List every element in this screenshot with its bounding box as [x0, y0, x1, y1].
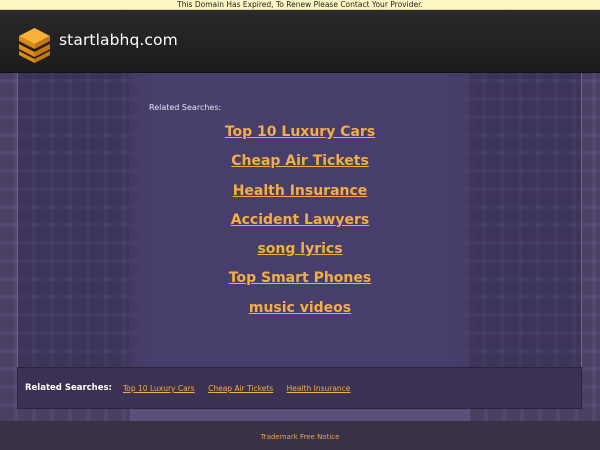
site-header: startlabhq.com [0, 10, 600, 73]
related-link-smart-phones[interactable]: Top Smart Phones [100, 266, 500, 295]
related-link-song-lyrics[interactable]: song lyrics [100, 237, 500, 266]
related-link-music-videos[interactable]: music videos [100, 296, 500, 325]
bottom-link-health-insurance[interactable]: Health Insurance [287, 384, 351, 393]
bottom-related-bar: Related Searches: Top 10 Luxury Cars Che… [17, 367, 582, 409]
bottom-related-links: Top 10 Luxury Cars Cheap Air Tickets Hea… [123, 384, 361, 393]
bottom-link-air-tickets[interactable]: Cheap Air Tickets [208, 384, 273, 393]
footer: Trademark Free Notice [0, 421, 600, 450]
related-link-air-tickets[interactable]: Cheap Air Tickets [100, 149, 500, 178]
related-link-luxury-cars[interactable]: Top 10 Luxury Cars [100, 120, 500, 149]
trademark-notice-link[interactable]: Trademark Free Notice [261, 433, 340, 441]
related-link-accident-lawyers[interactable]: Accident Lawyers [100, 208, 500, 237]
site-name[interactable]: startlabhq.com [59, 31, 178, 49]
bottom-related-label: Related Searches: [25, 383, 112, 393]
expiry-banner: This Domain Has Expired, To Renew Please… [0, 0, 600, 10]
stacked-layers-icon [19, 28, 50, 63]
related-searches-label: Related Searches: [149, 103, 222, 112]
bottom-link-luxury-cars[interactable]: Top 10 Luxury Cars [123, 384, 195, 393]
related-links-list: Top 10 Luxury Cars Cheap Air Tickets Hea… [100, 120, 500, 325]
related-link-health-insurance[interactable]: Health Insurance [100, 179, 500, 208]
